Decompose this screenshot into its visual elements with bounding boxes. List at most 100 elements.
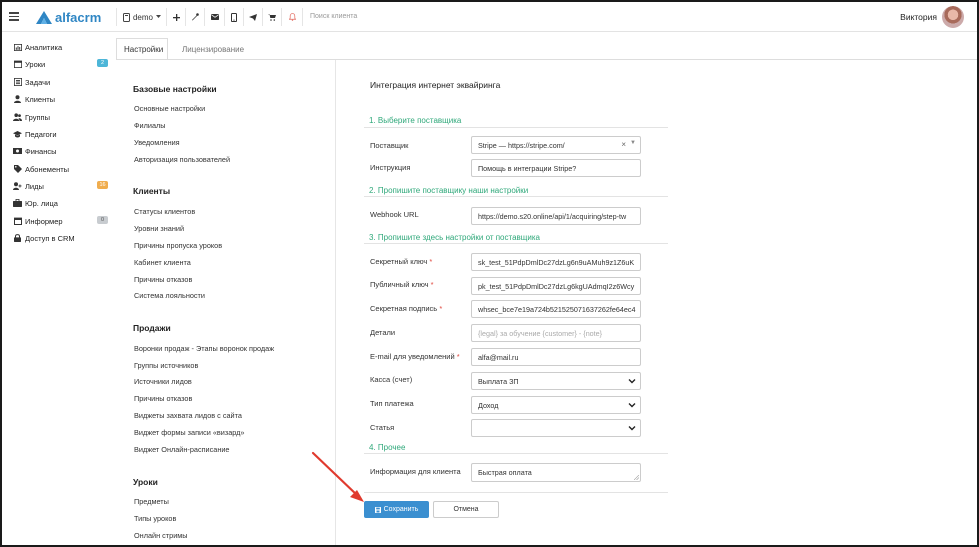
chevron-down-icon [628,379,636,384]
branch-name: demo [132,12,153,22]
menu-icon[interactable] [9,12,19,21]
menu-heading-clients: Клиенты [133,186,171,196]
menu-link-absence-reasons[interactable]: Причины пропуска уроков [134,241,222,250]
cancel-button[interactable]: Отмена [433,501,499,518]
branch-selector[interactable]: demo [121,2,163,32]
settings-menu: Базовые настройки Основные настройки Фил… [116,60,336,545]
webhook-value: https://demo.s20.online/api/1/acquiring/… [478,211,627,221]
menu-link-client-cabinet[interactable]: Кабинет клиента [134,258,191,267]
chevron-down-icon: ▼ [630,140,636,146]
cart-button[interactable] [264,2,280,32]
menu-link-sales-refusal-reasons[interactable]: Причины отказов [134,394,192,403]
sidebar-item-leads[interactable]: Лиды 16 [13,179,109,193]
details-field[interactable]: {legal} за обучение {customer} - {note} [471,324,641,342]
cashbox-value: Выплата ЗП [478,376,519,386]
user-name[interactable]: Виктория [900,12,937,22]
instruction-link[interactable]: Помощь в интеграции Stripe? [471,159,641,177]
resize-handle-icon[interactable] [634,475,639,480]
tab-settings[interactable]: Настройки [116,38,168,60]
menu-link-wizard-widget[interactable]: Виджет формы записи «визард» [134,428,244,437]
menu-link-lead-sources[interactable]: Источники лидов [134,377,192,386]
sidebar-item-clients[interactable]: Клиенты [13,92,109,106]
webhook-label: Webhook URL [370,210,419,219]
provider-label: Поставщик [370,141,409,150]
top-bar: alfacrm demo Поиск клиента Виктория [2,2,977,32]
tools-button[interactable] [187,2,203,32]
sidebar-item-lessons[interactable]: Уроки 2 [13,57,109,71]
client-info-value: Быстрая оплата [478,468,532,477]
menu-link-source-groups[interactable]: Группы источников [134,361,198,370]
section-title-provider: 1. Выберите поставщика [369,116,462,125]
briefcase-icon [13,199,22,208]
secret-signature-field[interactable]: whsec_bce7e19a724b521525071637262fe64ec4 [471,300,641,318]
email-field[interactable]: alfa@mail.ru [471,348,641,366]
telegram-button[interactable] [245,2,261,32]
sidebar-item-tasks[interactable]: Задачи [13,75,109,89]
cashbox-select[interactable]: Выплата ЗП [471,372,641,390]
add-button[interactable] [168,2,184,32]
sidebar-item-teachers[interactable]: Педагоги [13,127,109,141]
provider-select[interactable]: Stripe — https://stripe.com/ × ▼ [471,136,641,154]
sidebar-item-label: Финансы [25,146,57,156]
annotation-arrow-icon [311,451,364,502]
sidebar-item-informer[interactable]: Информер 0 [13,214,109,228]
avatar[interactable] [942,6,964,28]
menu-heading-basic: Базовые настройки [133,84,217,94]
cancel-button-label: Отмена [453,506,479,513]
section-divider [364,243,668,244]
graduation-cap-icon [13,130,22,139]
menu-link-lesson-types[interactable]: Типы уроков [134,514,176,523]
sidebar-item-label: Юр. лица [25,198,58,208]
mobile-button[interactable] [226,2,242,32]
save-button[interactable]: Сохранить [364,501,429,518]
sidebar-item-label: Группы [25,112,50,122]
article-select[interactable] [471,419,641,437]
section-title-provider-settings: 3. Пропишите здесь настройки от поставщи… [369,233,540,242]
mail-button[interactable] [207,2,223,32]
secret-key-label: Секретный ключ * [370,257,433,266]
public-key-field[interactable]: pk_test_51PdpDmlDc27dzLg6kgUAdmqI2z6Wcy [471,277,641,295]
sidebar-item-label: Аналитика [25,42,63,52]
sidebar-item-legal-entities[interactable]: Юр. лица [13,196,109,210]
client-info-label: Информация для клиента [370,467,461,476]
logo[interactable]: alfacrm [36,10,101,25]
menu-heading-sales: Продажи [133,323,171,333]
sidebar-item-finance[interactable]: Финансы [13,144,109,158]
menu-link-schedule-widget[interactable]: Виджет Онлайн-расписание [134,445,230,454]
tag-icon [13,165,22,174]
chart-icon [13,43,22,52]
sidebar-item-analytics[interactable]: Аналитика [13,40,109,54]
menu-link-knowledge-levels[interactable]: Уровни знаний [134,224,184,233]
menu-link-subjects[interactable]: Предметы [134,497,169,506]
client-info-textarea[interactable]: Быстрая оплата [471,463,641,482]
webhook-url-field[interactable]: https://demo.s20.online/api/1/acquiring/… [471,207,641,225]
notifications-button[interactable] [284,2,300,32]
secret-key-field[interactable]: sk_test_51PdpDmlDc27dzLg6n9uAMuh9z1Z6uK [471,253,641,271]
menu-link-branches[interactable]: Филиалы [134,121,166,130]
sidebar-item-crm-access[interactable]: Доступ в CRM [13,231,109,245]
menu-link-sales-funnels[interactable]: Воронки продаж - Этапы воронок продаж [134,344,274,353]
menu-link-refusal-reasons[interactable]: Причины отказов [134,275,192,284]
menu-link-loyalty-system[interactable]: Система лояльности [134,291,205,300]
secret-key-value: sk_test_51PdpDmlDc27dzLg6n9uAMuh9z1Z6uK [478,257,635,267]
menu-link-lead-capture-widgets[interactable]: Виджеты захвата лидов с сайта [134,411,242,420]
clear-icon[interactable]: × [621,140,626,149]
public-key-label: Публичный ключ * [370,280,434,289]
sidebar-item-label: Клиенты [25,94,56,104]
sidebar-item-groups[interactable]: Группы [13,110,109,124]
search-input[interactable]: Поиск клиента [310,13,357,20]
payment-type-value: Доход [478,400,499,410]
menu-link-main-settings[interactable]: Основные настройки [134,104,205,113]
payment-type-select[interactable]: Доход [471,396,641,414]
menu-link-user-auth[interactable]: Авторизация пользователей [134,155,230,164]
divider [116,8,117,26]
menu-link-notifications[interactable]: Уведомления [134,138,180,147]
alfacrm-logo-icon [36,10,52,24]
menu-link-online-streams[interactable]: Онлайн стримы [134,531,188,540]
save-button-label: Сохранить [383,506,419,513]
divider [302,8,303,26]
sidebar-item-subscriptions[interactable]: Абонементы [13,162,109,176]
sidebar-item-label: Лиды [25,181,44,191]
tab-licensing[interactable]: Лицензирование [175,38,251,60]
menu-link-client-statuses[interactable]: Статусы клиентов [134,207,195,216]
